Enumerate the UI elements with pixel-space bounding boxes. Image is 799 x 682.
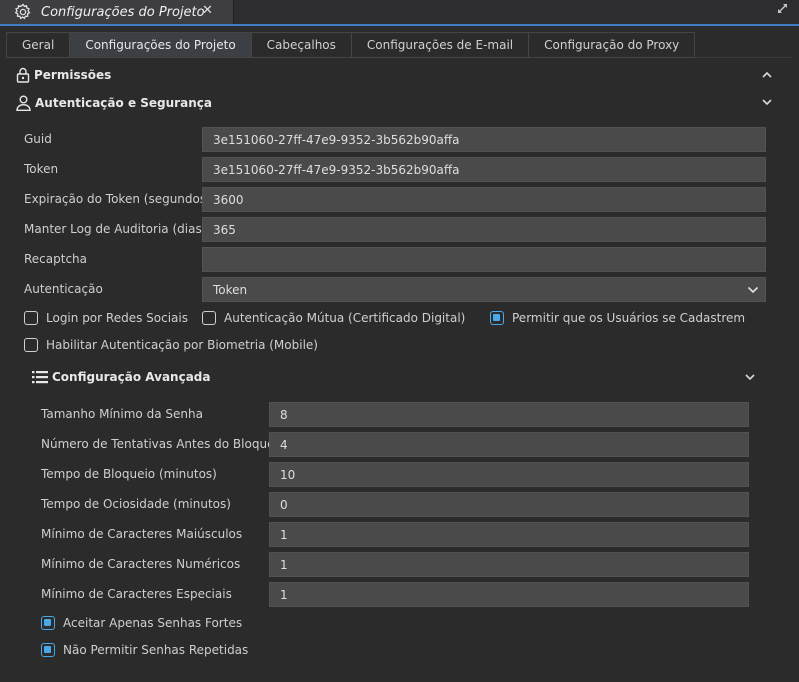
biometrics-label: Habilitar Autenticação por Biometria (Mo…: [46, 338, 318, 352]
chevron-down-icon[interactable]: [761, 96, 773, 108]
guid-field[interactable]: 3e151060-27ff-47e9-9352-3b562b90affa: [202, 127, 766, 152]
mutual-auth-checkbox[interactable]: Autenticação Mútua (Certificado Digital): [202, 311, 465, 325]
tab-geral[interactable]: Geral: [6, 32, 70, 58]
tab-project-settings[interactable]: Configurações do Projeto: [69, 32, 251, 58]
min-password-label: Tamanho Mínimo da Senha: [41, 407, 203, 421]
audit-log-label: Manter Log de Auditoria (dias): [24, 222, 207, 236]
checkbox-checked-icon: [41, 643, 55, 657]
biometrics-checkbox[interactable]: Habilitar Autenticação por Biometria (Mo…: [24, 338, 318, 352]
mutual-auth-label: Autenticação Mútua (Certificado Digital): [224, 311, 466, 325]
section-permissions[interactable]: Permissões: [16, 67, 111, 83]
document-tab-title: Configurações do Projeto: [41, 4, 205, 20]
checkbox-checked-icon: [490, 311, 504, 325]
min-special-label: Mínimo de Caracteres Especiais: [41, 587, 232, 601]
gear-icon: [14, 3, 32, 21]
authentication-label: Autenticação: [24, 282, 103, 296]
min-upper-label: Mínimo de Caracteres Maiúsculos: [41, 527, 243, 541]
chevron-down-icon: [747, 286, 759, 294]
token-expiry-field[interactable]: 3600: [202, 187, 766, 212]
section-auth-title: Autenticação e Segurança: [35, 96, 212, 110]
no-repeat-checkbox[interactable]: Não Permitir Senhas Repetidas: [41, 643, 248, 657]
idle-time-label: Tempo de Ociosidade (minutos): [41, 497, 231, 511]
min-numeric-field[interactable]: 1: [269, 552, 749, 577]
guid-label: Guid: [24, 132, 52, 146]
checkbox-icon: [202, 311, 216, 325]
tab-proxy-settings[interactable]: Configuração do Proxy: [528, 32, 696, 58]
section-advanced-title: Configuração Avançada: [52, 370, 211, 384]
min-password-field[interactable]: 8: [269, 402, 749, 427]
social-login-checkbox[interactable]: Login por Redes Sociais: [24, 311, 188, 325]
authentication-select[interactable]: Token: [202, 277, 766, 302]
attempts-label: Número de Tentativas Antes do Bloqueio: [41, 437, 286, 451]
no-repeat-label: Não Permitir Senhas Repetidas: [63, 643, 249, 657]
section-auth[interactable]: Autenticação e Segurança: [16, 95, 212, 111]
recaptcha-label: Recaptcha: [24, 252, 88, 266]
strong-only-label: Aceitar Apenas Senhas Fortes: [63, 616, 243, 630]
tab-strip: Geral Configurações do Projeto Cabeçalho…: [6, 32, 793, 58]
chevron-up-icon[interactable]: [761, 69, 773, 81]
token-field[interactable]: 3e151060-27ff-47e9-9352-3b562b90affa: [202, 157, 766, 182]
checkbox-icon: [24, 338, 38, 352]
idle-time-field[interactable]: 0: [269, 492, 749, 517]
user-icon: [16, 95, 31, 111]
list-icon: [32, 371, 48, 384]
document-tab[interactable]: Configurações do Projeto ✕: [0, 0, 234, 24]
recaptcha-field[interactable]: [202, 247, 766, 272]
social-login-label: Login por Redes Sociais: [46, 311, 188, 325]
audit-log-field[interactable]: 365: [202, 217, 766, 242]
allow-signup-checkbox[interactable]: Permitir que os Usuários se Cadastrem: [490, 311, 745, 325]
min-numeric-label: Mínimo de Caracteres Numéricos: [41, 557, 241, 571]
strong-only-checkbox[interactable]: Aceitar Apenas Senhas Fortes: [41, 616, 242, 630]
checkbox-checked-icon: [41, 616, 55, 630]
token-expiry-label: Expiração do Token (segundos): [24, 192, 211, 206]
min-upper-field[interactable]: 1: [269, 522, 749, 547]
section-permissions-title: Permissões: [34, 68, 112, 82]
allow-signup-label: Permitir que os Usuários se Cadastrem: [512, 311, 746, 325]
lock-time-field[interactable]: 10: [269, 462, 749, 487]
tab-headers[interactable]: Cabeçalhos: [250, 32, 351, 58]
min-special-field[interactable]: 1: [269, 582, 749, 607]
document-tabbar: Configurações do Projeto ✕: [0, 0, 799, 26]
lock-time-label: Tempo de Bloqueio (minutos): [41, 467, 217, 481]
chevron-down-icon[interactable]: [744, 371, 756, 383]
pin-icon[interactable]: [778, 4, 787, 16]
section-advanced[interactable]: Configuração Avançada: [32, 370, 211, 384]
tab-email-settings[interactable]: Configurações de E-mail: [350, 32, 529, 58]
checkbox-icon: [24, 311, 38, 325]
attempts-field[interactable]: 4: [269, 432, 749, 457]
settings-panel: Geral Configurações do Projeto Cabeçalho…: [0, 30, 799, 682]
lock-icon: [16, 67, 30, 83]
authentication-select-value: Token: [213, 283, 248, 297]
token-label: Token: [24, 162, 59, 176]
close-icon[interactable]: ✕: [202, 3, 213, 18]
